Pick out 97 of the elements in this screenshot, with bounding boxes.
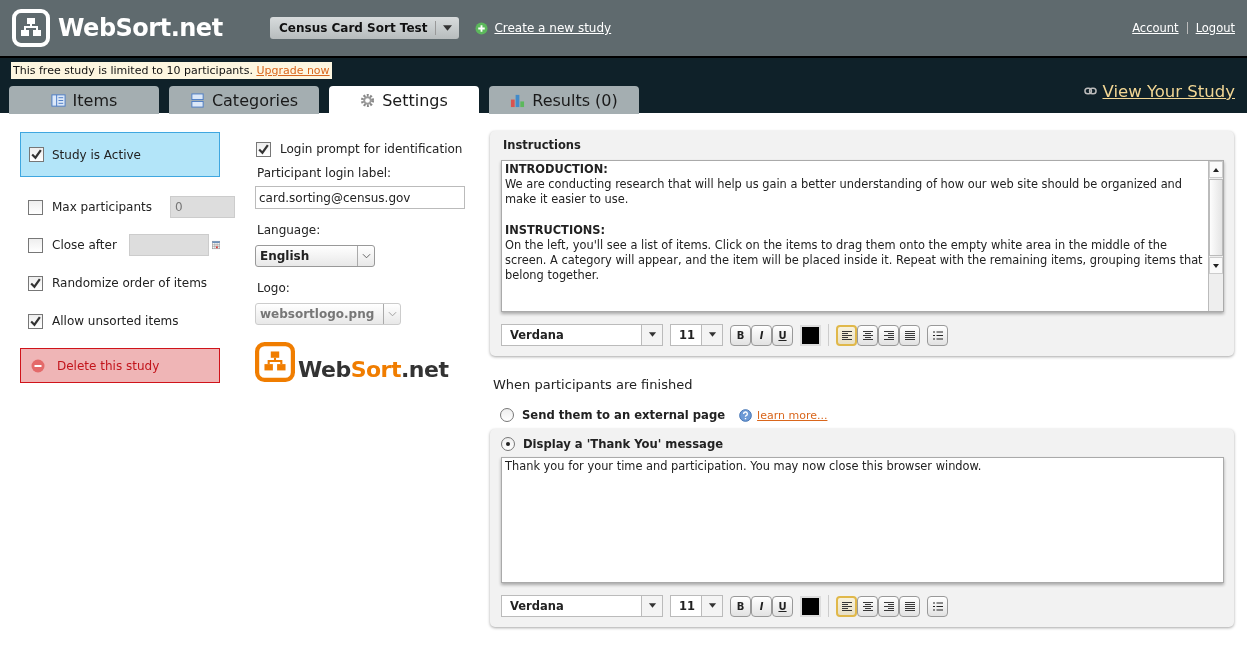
align-button[interactable] [899,595,920,617]
gear-icon [360,92,376,108]
caret-icon [707,332,717,338]
tab[interactable]: Categories [169,86,319,114]
editor-heading: INTRODUCTION: [505,162,609,178]
message-editor[interactable]: Thank you for your time and participation. You may now close this browser window. [501,457,1224,583]
size-dropdown[interactable]: 11 [670,324,723,346]
format-button[interactable]: U [772,324,793,346]
study-dropdown[interactable]: Census Card Sort Test [270,17,460,39]
account-link[interactable]: Account [1132,21,1179,35]
editor-paragraph: On the left, you'll see a list of items. Click on the items to drag them onto the empty white area in the middle of the screen. A category will appear, and the item will be placed inside it. Repeat with the remaining items, grouping items that belong together. [505,237,1204,284]
align-button[interactable] [836,595,857,617]
format-button[interactable]: U [772,595,793,617]
checkbox[interactable] [256,141,271,157]
notice-text: This free study is limited to 10 participants. Upgrade now [11,62,332,79]
caret-icon [443,25,453,31]
checkbox[interactable] [28,237,43,253]
tab[interactable]: Results (0) [489,86,639,114]
checkbox[interactable] [28,275,43,291]
field-label: Logo: [257,281,290,295]
size-dropdown[interactable]: 11 [670,595,723,617]
logo-icon [255,342,295,382]
tab[interactable]: Settings [329,86,479,114]
delete-study-button[interactable]: Delete this study [20,348,220,383]
help-icon[interactable] [739,408,753,422]
format-button[interactable]: I [751,324,772,346]
bullet-list-button[interactable] [927,595,948,617]
option-label: Display a 'Thank You' message [523,437,724,451]
option-label: Randomize order of items [52,276,208,290]
align-button[interactable] [878,595,899,617]
align-button[interactable] [899,324,920,346]
view-study-link[interactable]: View Your Study [1102,82,1235,101]
align-button[interactable] [878,324,899,346]
panel-title: Instructions [503,138,582,152]
option-label: Close after [52,238,117,252]
text-color-button[interactable] [800,595,821,617]
list-icon [50,92,66,108]
format-button[interactable]: B [730,324,751,346]
brand-name: WebSort.net [58,14,223,42]
scrollbar[interactable] [1208,161,1223,311]
bullet-list-icon [932,601,943,611]
language-dropdown[interactable]: English [255,245,375,267]
checkbox[interactable] [28,199,43,215]
field-label: Participant login label: [257,166,392,180]
logo-icon [12,9,50,47]
minus-circle-icon [31,358,45,373]
editor-paragraph: We are conducting research that will help us gain a better understanding of how our web site should be organized and make it easier to use. [505,177,1184,208]
calendar-icon[interactable] [211,238,220,252]
chevron-icon [361,253,371,259]
section-heading: When participants are finished [493,377,694,392]
option-label: Allow unsorted items [52,314,179,328]
font-dropdown[interactable]: Verdana [501,595,663,617]
stack-icon [189,92,205,108]
caret-icon [707,603,717,609]
align-right-icon [883,330,894,340]
align-justify-icon [904,330,915,340]
field-label: Language: [257,223,321,237]
align-button[interactable] [857,324,878,346]
format-button[interactable]: I [751,595,772,617]
align-left-icon [841,330,852,340]
align-center-icon [862,330,873,340]
instructions-editor[interactable] [501,160,1224,312]
logo-wordmark: WebSort.net [298,357,449,382]
format-button[interactable]: B [730,595,751,617]
logout-link[interactable]: Logout [1195,21,1235,35]
bullet-list-button[interactable] [927,324,948,346]
align-left-icon [841,601,852,611]
caret-icon [647,332,657,338]
tab[interactable]: Items [9,86,159,114]
learn-more-link[interactable]: learn more... [757,408,828,422]
bar-chart-icon [510,92,526,108]
chevron-icon [387,311,397,317]
caret-icon [647,603,657,609]
checkbox[interactable] [28,313,43,329]
align-button[interactable] [857,595,878,617]
align-right-icon [883,601,894,611]
arrow-down-icon [1213,263,1219,268]
radio-button[interactable] [500,408,514,422]
login-label-field[interactable]: card.sorting@census.gov [255,186,465,209]
option-label: Max participants [52,200,153,214]
radio-button[interactable] [501,437,515,451]
align-justify-icon [904,601,915,611]
text-color-button[interactable] [800,324,821,346]
option-label: Send them to an external page [522,408,726,422]
editor-paragraph: Thank you for your time and participation. You may now close this browser window. [505,459,983,475]
create-study-link[interactable]: Create a new study [494,21,612,35]
option-label: Login prompt for identification [280,142,463,156]
align-center-icon [862,601,873,611]
align-button[interactable] [836,324,857,346]
font-dropdown[interactable]: Verdana [501,324,663,346]
link-icon [1084,87,1098,95]
option-label: Study is Active [52,147,141,162]
plus-icon [475,21,489,35]
editor-heading: INSTRUCTIONS: [505,222,607,238]
checkbox[interactable] [29,147,44,162]
bullet-list-icon [932,330,943,340]
arrow-up-icon [1213,167,1219,172]
